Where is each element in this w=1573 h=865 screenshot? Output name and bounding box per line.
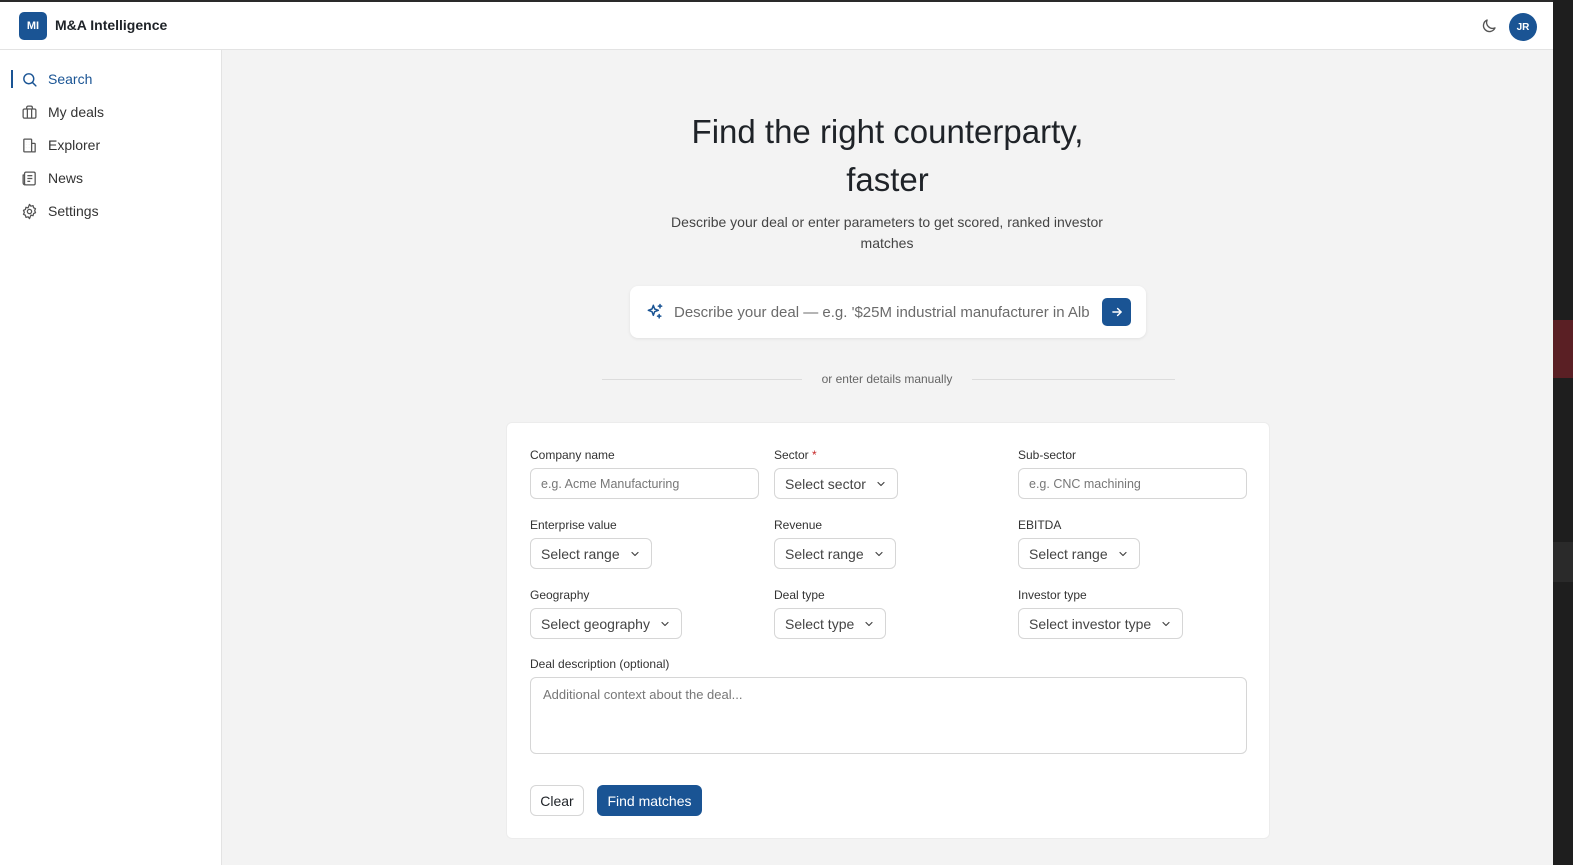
deal-type-select[interactable]: Select type bbox=[774, 608, 887, 639]
deal-type-label: Deal type bbox=[774, 588, 825, 602]
sidebar-item-label: My deals bbox=[48, 104, 105, 120]
chevron-down-icon bbox=[875, 551, 883, 556]
enterprise-value-select[interactable]: Select range bbox=[530, 538, 652, 569]
sidebar-item-explorer[interactable]: Explorer bbox=[0, 132, 221, 158]
chevron-down-icon bbox=[1119, 551, 1127, 556]
app-window: MI M&A Intelligence JR Search My deals E… bbox=[0, 0, 1553, 865]
revenue-select[interactable]: Select range bbox=[774, 538, 896, 569]
sidebar: Search My deals Explorer News Settings bbox=[0, 50, 222, 865]
company-name-input[interactable] bbox=[530, 468, 759, 499]
highlight-band bbox=[1553, 320, 1573, 378]
chevron-down-icon bbox=[1162, 621, 1170, 626]
divider-line-right bbox=[972, 379, 1175, 380]
top-bar: MI M&A Intelligence JR bbox=[0, 2, 1553, 50]
clear-button[interactable]: Clear bbox=[530, 785, 584, 816]
company-name-label: Company name bbox=[530, 448, 615, 462]
sidebar-item-label: Settings bbox=[48, 203, 99, 219]
ebitda-select[interactable]: Select range bbox=[1018, 538, 1140, 569]
sidebar-item-label: Search bbox=[48, 71, 93, 87]
sidebar-item-my-deals[interactable]: My deals bbox=[0, 99, 221, 125]
gear-icon bbox=[22, 203, 37, 220]
shade-band bbox=[1553, 542, 1573, 582]
find-matches-button[interactable]: Find matches bbox=[597, 785, 702, 816]
briefcase-icon bbox=[22, 105, 37, 119]
chevron-down-icon bbox=[877, 481, 885, 486]
sidebar-item-news[interactable]: News bbox=[0, 165, 221, 191]
sidebar-item-settings[interactable]: Settings bbox=[0, 198, 221, 224]
ebitda-label: EBITDA bbox=[1018, 518, 1062, 532]
divider-line-left bbox=[602, 379, 802, 380]
ai-submit-button[interactable] bbox=[1102, 298, 1131, 326]
sub-sector-label: Sub-sector bbox=[1018, 448, 1077, 462]
newspaper-icon bbox=[22, 171, 36, 186]
enterprise-value-label: Enterprise value bbox=[530, 518, 617, 532]
investor-type-select[interactable]: Select investor type bbox=[1018, 608, 1184, 639]
building-icon bbox=[23, 138, 36, 153]
ai-search-box bbox=[630, 286, 1146, 338]
ai-search-input[interactable] bbox=[674, 300, 1094, 324]
arrow-right-icon bbox=[1111, 307, 1122, 317]
sector-label: Sector * bbox=[774, 448, 817, 462]
app-title: M&A Intelligence bbox=[55, 17, 168, 33]
sub-sector-input[interactable] bbox=[1018, 468, 1247, 499]
chevron-down-icon bbox=[631, 551, 639, 556]
adjacent-window-edge bbox=[1553, 0, 1573, 865]
sidebar-item-label: Explorer bbox=[48, 137, 101, 153]
sparkle-icon bbox=[647, 303, 663, 319]
chevron-down-icon bbox=[661, 621, 669, 626]
page-subtitle: Describe your deal or enter parameters t… bbox=[671, 214, 1103, 251]
divider-text: or enter details manually bbox=[821, 372, 953, 386]
app-logo: MI bbox=[19, 12, 47, 40]
required-mark: * bbox=[812, 448, 817, 462]
page-title: Find the right counterparty, faster bbox=[691, 113, 1084, 198]
investor-type-label: Investor type bbox=[1018, 588, 1087, 602]
geography-label: Geography bbox=[530, 588, 590, 602]
sector-select[interactable]: Select sector bbox=[774, 468, 898, 499]
geography-select[interactable]: Select geography bbox=[530, 608, 682, 639]
revenue-label: Revenue bbox=[774, 518, 823, 532]
moon-icon[interactable] bbox=[1480, 17, 1498, 35]
search-icon bbox=[23, 73, 37, 87]
main-content: Find the right counterparty, faster Desc… bbox=[222, 50, 1553, 865]
sidebar-item-label: News bbox=[48, 170, 84, 186]
sidebar-item-search[interactable]: Search bbox=[0, 66, 221, 92]
chevron-down-icon bbox=[865, 621, 873, 626]
deal-description-label: Deal description (optional) bbox=[530, 657, 670, 671]
deal-form: Company name Sector * Select sector Sub-… bbox=[506, 422, 1270, 839]
deal-description-textarea[interactable] bbox=[530, 677, 1247, 754]
user-avatar[interactable]: JR bbox=[1509, 13, 1537, 41]
